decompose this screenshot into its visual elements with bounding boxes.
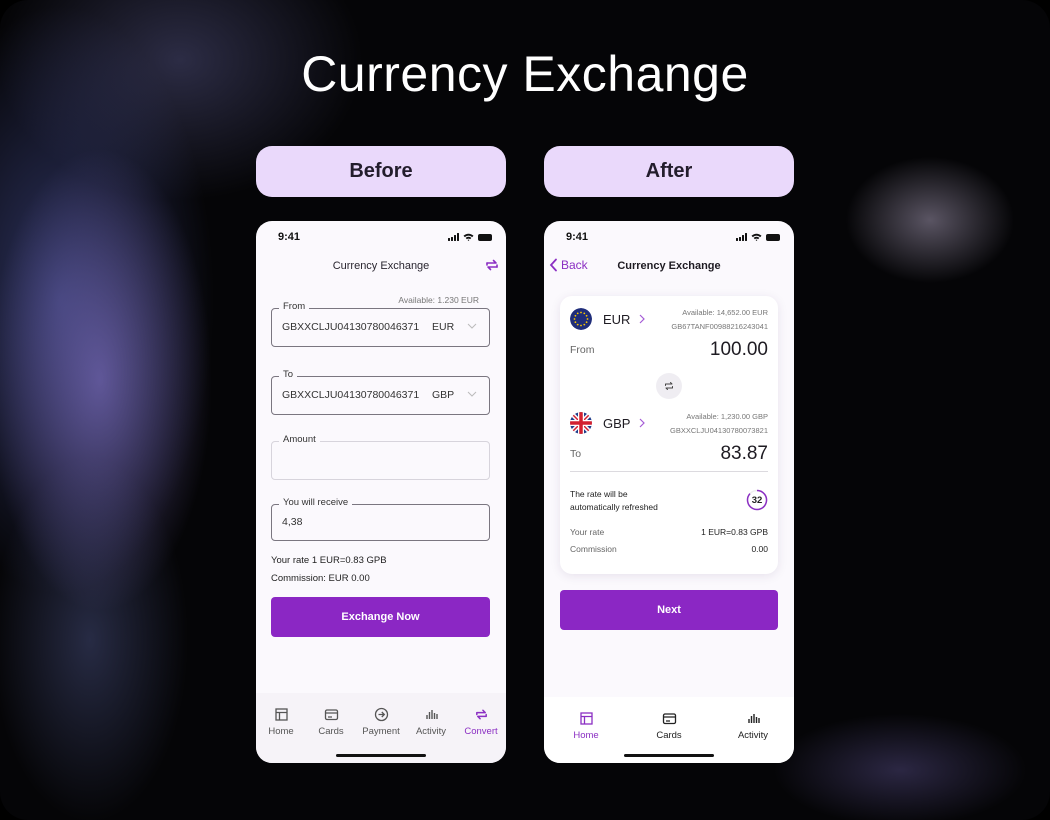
tab-bar: Home Cards Payment Activity Convert (256, 693, 506, 763)
home-indicator (624, 754, 714, 757)
after-phone-screen: 9:41 Back Currency Exchange EUR Availabl… (544, 221, 794, 763)
rate-line: Your rate 1 EUR=0.83 GPB (271, 555, 387, 566)
from-account-select[interactable]: From GBXXCLJU04130780046371 EUR (271, 301, 490, 347)
refresh-line-1: The rate will be (570, 489, 628, 499)
to-account: GBXXCLJU04130780073821 (670, 426, 768, 435)
rate-label: Your rate (570, 527, 605, 537)
tab-cards[interactable]: Cards (644, 711, 694, 741)
tab-home[interactable]: Home (561, 711, 611, 741)
swap-arrows-icon (665, 382, 673, 390)
swap-currencies-button[interactable] (656, 373, 682, 399)
from-currency: EUR (432, 321, 455, 333)
battery-icon (478, 233, 492, 241)
to-label: To (570, 448, 582, 460)
to-currency-selector[interactable]: GBP (603, 416, 630, 431)
to-available: Available: 1,230.00 GBP (686, 412, 768, 421)
commission-label: Commission (570, 544, 617, 554)
to-label: To (279, 369, 298, 380)
before-label: Before (256, 146, 506, 197)
tab-payment[interactable]: Payment (356, 707, 406, 737)
from-currency-selector[interactable]: EUR (603, 312, 630, 327)
tab-convert[interactable]: Convert (456, 707, 506, 737)
tab-label: Convert (464, 726, 498, 737)
wifi-icon (751, 233, 762, 241)
chevron-down-icon (467, 323, 477, 329)
commission-value: 0.00 (751, 544, 768, 554)
nav-bar: Currency Exchange (256, 257, 506, 277)
status-time: 9:41 (566, 231, 589, 243)
home-layout-icon (274, 708, 288, 721)
tab-label: Activity (737, 730, 769, 741)
signal-icon (448, 233, 459, 241)
to-currency: GBP (432, 389, 455, 401)
tab-label: Home (573, 730, 599, 741)
to-amount: 83.87 (720, 443, 768, 464)
chevron-down-icon (467, 391, 477, 397)
from-label: From (570, 344, 595, 356)
rate-value: 1 EUR=0.83 GPB (701, 527, 768, 537)
refresh-line-2: automatically refreshed (570, 502, 658, 512)
eu-flag-icon (570, 308, 592, 330)
divider (570, 471, 768, 472)
arrow-circle-icon (374, 707, 388, 722)
amount-label: Amount (279, 434, 320, 445)
tab-cards[interactable]: Cards (306, 707, 356, 737)
to-account-select[interactable]: To GBXXCLJU04130780046371 GBP (271, 369, 490, 415)
from-label: From (279, 301, 310, 312)
card-icon (324, 709, 338, 721)
home-layout-icon (579, 712, 593, 725)
tab-activity[interactable]: Activity (406, 707, 456, 737)
receive-field[interactable]: You will receive 4,38 (271, 497, 490, 541)
from-account: GBXXCLJU04130780046371 (282, 321, 420, 333)
tab-label: Cards (318, 726, 344, 737)
status-time: 9:41 (278, 231, 301, 243)
available-balance: Available: 1.230 EUR (398, 295, 479, 305)
countdown-value: 32 (751, 494, 763, 506)
nav-title: Currency Exchange (332, 260, 430, 272)
bar-chart-icon (747, 714, 760, 723)
from-account: GB67TANF00988216243041 (671, 322, 768, 331)
tab-label: Cards (656, 730, 682, 741)
after-label: After (544, 146, 794, 197)
tab-label: Activity (415, 726, 447, 737)
card-icon (662, 713, 676, 725)
nav-bar: Back Currency Exchange (544, 257, 794, 277)
nav-title: Currency Exchange (617, 260, 721, 272)
receive-value: 4,38 (282, 516, 303, 528)
bar-chart-icon (425, 710, 438, 719)
commission-line: Commission: EUR 0.00 (271, 573, 370, 584)
swap-arrows-icon[interactable] (484, 257, 500, 273)
battery-icon (766, 233, 780, 241)
signal-icon (736, 233, 747, 241)
exchange-card: EUR Available: 14,652.00 EUR GB67TANF009… (560, 296, 778, 574)
tab-label: Home (268, 726, 294, 737)
status-bar: 9:41 (566, 230, 780, 244)
tab-bar: Home Cards Activity (544, 697, 794, 763)
receive-label: You will receive (279, 497, 353, 508)
from-amount-input[interactable]: 100.00 (710, 339, 768, 361)
from-available: Available: 14,652.00 EUR (682, 308, 768, 317)
tab-activity[interactable]: Activity (728, 711, 778, 741)
refresh-notice: The rate will be automatically refreshed (570, 488, 658, 514)
to-account: GBXXCLJU04130780046371 (282, 389, 420, 401)
amount-input[interactable]: Amount (271, 434, 490, 480)
background-canvas: Currency Exchange Before After 9:41 Curr… (0, 0, 1050, 820)
chevron-right-icon[interactable] (638, 314, 646, 324)
uk-flag-icon (570, 412, 592, 434)
exchange-now-button[interactable]: Exchange Now (271, 597, 490, 637)
next-button[interactable]: Next (560, 590, 778, 630)
swap-arrows-icon (475, 709, 487, 720)
home-indicator (336, 754, 426, 757)
chevron-right-icon[interactable] (638, 418, 646, 428)
tab-home[interactable]: Home (256, 707, 306, 737)
before-phone-screen: 9:41 Currency Exchange Available: 1.230 … (256, 221, 506, 763)
status-bar: 9:41 (278, 230, 492, 244)
wifi-icon (463, 233, 474, 241)
page-title: Currency Exchange (301, 46, 749, 102)
tab-label: Payment (362, 726, 400, 737)
